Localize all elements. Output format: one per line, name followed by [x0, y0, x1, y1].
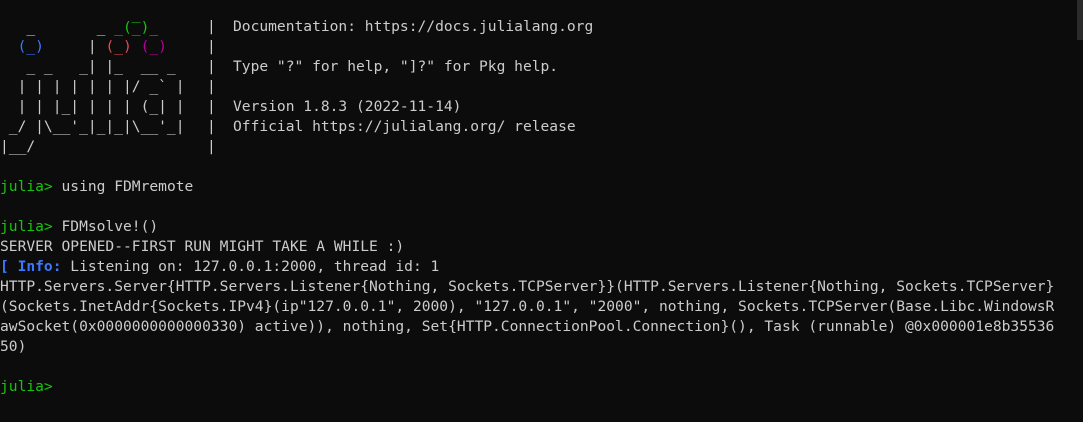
banner-official-release: Official https://julialang.org/ release [233, 118, 576, 135]
banner-logo-row-1: _ _ _(_)_ [0, 19, 159, 36]
banner-version: Version 1.8.3 (2022-11-14) [233, 98, 462, 115]
banner-logo-row-6: _/ |\__'_|_|_|\__'_| [0, 118, 203, 135]
terminal-window[interactable]: _ _ _ _(_)_ (_) | (_) (_) _ _ _| |_ __ _… [0, 0, 1083, 422]
scrollbar-thumb[interactable] [1077, 0, 1083, 40]
banner-separator: | [207, 138, 216, 155]
banner-logo-row-5: | | |_| | | | (_| | [0, 98, 203, 115]
banner-separator: | [207, 58, 216, 75]
banner-help-hint: Type "?" for help, "]?" for Pkg help. [233, 58, 559, 75]
logo-red-circle: (_) [105, 38, 132, 55]
banner-separator: | [207, 98, 216, 115]
banner-separator: | [207, 18, 216, 35]
banner-separator: | [207, 118, 216, 135]
output-server-line-2: (Sockets.InetAddr{Sockets.IPv4}(ip"127.0… [0, 298, 1055, 315]
output-server-line-4: 50) [0, 338, 27, 355]
output-server-opened: SERVER OPENED--FIRST RUN MIGHT TAKE A WH… [0, 238, 405, 255]
repl-line-cmd1: julia> using FDMremote [0, 177, 193, 197]
banner-separator: | [207, 78, 216, 95]
banner-logo-row-2: (_) | (_) (_) [17, 38, 167, 55]
command-text: using FDMremote [52, 178, 194, 195]
julia-prompt: julia> [0, 378, 53, 395]
julia-prompt: julia> [0, 218, 53, 235]
banner-documentation: Documentation: https://docs.julialang.or… [233, 18, 594, 35]
banner-logo-row-4: | | | | | | |/ _` | [0, 78, 203, 95]
banner-logo-row-3: _ _ _| |_ __ _ [0, 58, 203, 75]
julia-prompt: julia> [0, 178, 53, 195]
banner-separator: | [207, 38, 216, 55]
output-server-line-1: HTTP.Servers.Server{HTTP.Servers.Listene… [0, 278, 1055, 295]
output-info-line: [ Info: Listening on: 127.0.0.1:2000, th… [0, 257, 439, 277]
info-text: Listening on: 127.0.0.1:2000, thread id:… [61, 258, 440, 275]
logo-green-circle: _(_)_ [114, 19, 159, 36]
command-text: FDMsolve!() [52, 218, 159, 235]
repl-line-cmd2: julia> FDMsolve!() [0, 217, 158, 237]
output-server-line-3: awSocket(0x0000000000000330) active)), n… [0, 318, 1055, 335]
logo-blue-circle: (_) [17, 38, 44, 55]
info-bracket: [ [0, 258, 18, 275]
logo-purple-circle: (_) [140, 38, 167, 55]
info-label: Info: [17, 258, 62, 275]
repl-active-prompt[interactable]: julia> [0, 377, 53, 397]
banner-logo-row-7: |__/ [0, 138, 203, 155]
